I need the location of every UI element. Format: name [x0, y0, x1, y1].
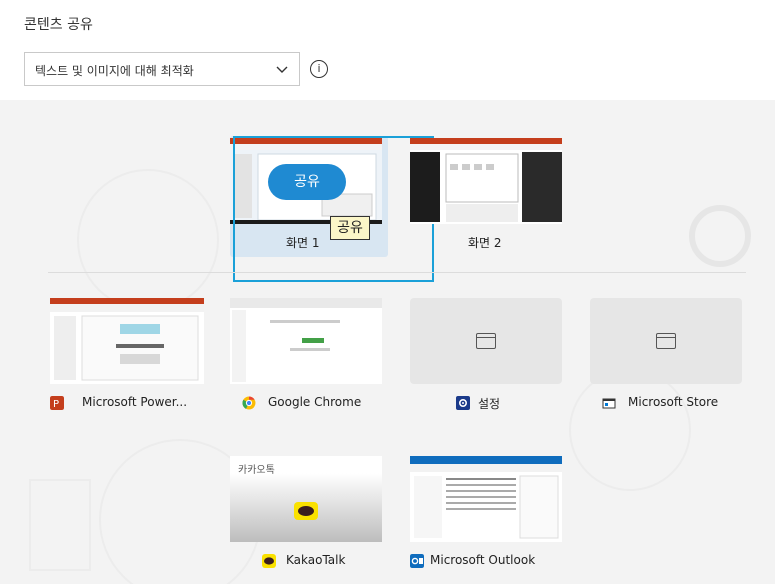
chrome-label: Google Chrome	[268, 395, 362, 409]
screen-2-thumbnail	[410, 138, 562, 224]
share-content-header: 콘텐츠 공유 텍스트 및 이미지에 대해 최적화 i	[0, 0, 775, 100]
outlook-thumbnail	[410, 456, 562, 542]
store-thumbnail	[590, 298, 742, 384]
chrome-thumbnail	[230, 298, 382, 384]
app-tile-kakaotalk[interactable]: 카카오톡 KakaoTalk	[230, 456, 390, 576]
store-label: Microsoft Store	[628, 395, 719, 409]
optimize-select[interactable]: 텍스트 및 이미지에 대해 최적화	[24, 52, 300, 86]
kakaotalk-label: KakaoTalk	[286, 553, 346, 567]
outlook-label: Microsoft Outlook	[430, 553, 536, 567]
app-tile-chrome[interactable]: Google Chrome	[230, 298, 390, 418]
powerpoint-icon: P	[50, 396, 64, 410]
settings-label: 설정	[478, 397, 501, 411]
section-divider	[48, 272, 746, 273]
outlook-icon	[410, 554, 424, 568]
store-icon	[602, 398, 616, 409]
app-tile-outlook[interactable]: Microsoft Outlook	[410, 456, 570, 576]
kakaotalk-icon	[262, 554, 276, 568]
optimize-select-value: 텍스트 및 이미지에 대해 최적화	[35, 64, 194, 78]
app-tile-powerpoint[interactable]: P Microsoft Power...	[50, 298, 210, 418]
powerpoint-thumbnail	[50, 298, 204, 384]
window-placeholder-icon	[656, 333, 676, 349]
screen-2-label: 화면 2	[468, 236, 502, 250]
chrome-icon	[242, 396, 256, 410]
kakaotalk-thumbnail: 카카오톡	[230, 456, 382, 542]
app-tile-store[interactable]: Microsoft Store	[590, 298, 750, 418]
app-tile-settings[interactable]: 설정	[410, 298, 570, 418]
chevron-down-icon	[276, 66, 288, 73]
settings-thumbnail	[410, 298, 562, 384]
window-placeholder-icon	[476, 333, 496, 349]
powerpoint-label: Microsoft Power...	[82, 395, 188, 409]
screen-1-focus-ring	[233, 136, 434, 282]
info-icon[interactable]: i	[310, 60, 328, 78]
settings-icon	[456, 396, 470, 410]
screen-tile-2[interactable]: 화면 2	[410, 136, 562, 257]
kakaotalk-logo	[294, 502, 318, 520]
kakaotalk-window-title: 카카오톡	[238, 465, 275, 476]
svg-text:P: P	[53, 399, 59, 410]
page-title: 콘텐츠 공유	[24, 17, 93, 33]
